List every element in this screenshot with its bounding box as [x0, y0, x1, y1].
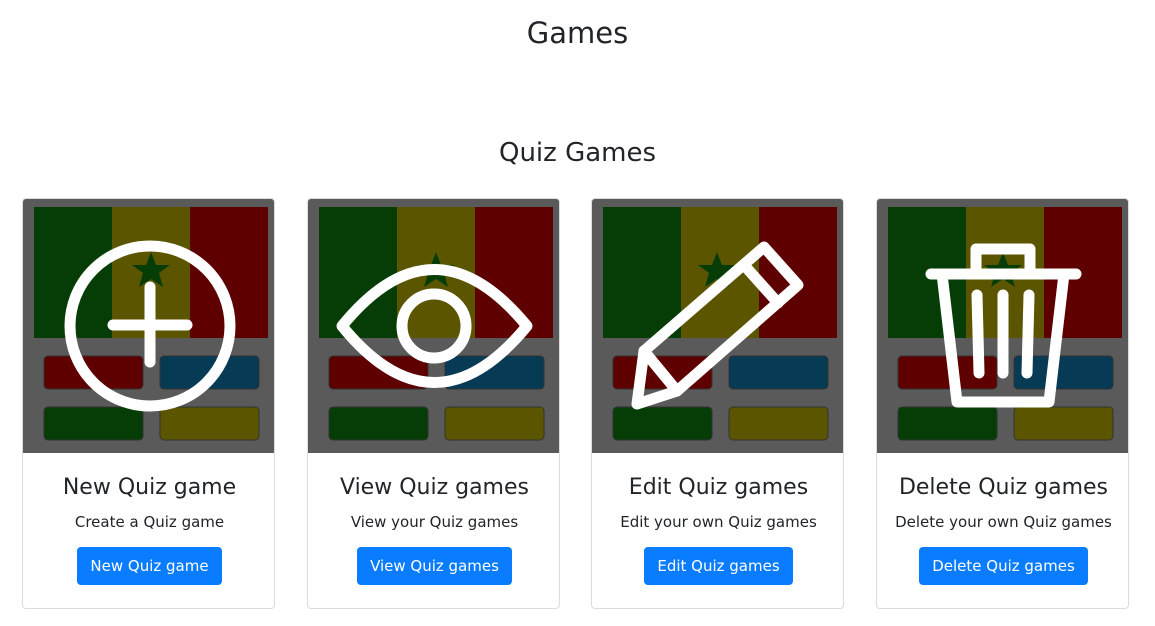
card-title: Edit Quiz games: [628, 475, 809, 500]
card-body: Delete Quiz games Delete your own Quiz g…: [877, 453, 1128, 585]
edit-quiz-games-button[interactable]: Edit Quiz games: [644, 547, 793, 585]
card-text: Create a Quiz game: [74, 513, 225, 531]
card-body: New Quiz game Create a Quiz game New Qui…: [23, 453, 274, 585]
trash-icon: [925, 243, 1082, 408]
card-body: Edit Quiz games Edit your own Quiz games…: [592, 453, 843, 585]
card-title: New Quiz game: [62, 475, 237, 500]
card-edit-quiz: Edit Quiz games Edit your own Quiz games…: [591, 198, 844, 609]
card-image: [308, 199, 559, 453]
section-title: Quiz Games: [498, 138, 657, 168]
view-quiz-games-button[interactable]: View Quiz games: [357, 547, 512, 585]
card-new-quiz: New Quiz game Create a Quiz game New Qui…: [22, 198, 275, 609]
card-delete-quiz: Delete Quiz games Delete your own Quiz g…: [876, 198, 1129, 609]
card-text: View your Quiz games: [350, 513, 519, 531]
card-image: [592, 199, 843, 453]
card-text: Edit your own Quiz games: [620, 513, 817, 531]
card-body: View Quiz games View your Quiz games Vie…: [308, 453, 559, 585]
card-title: Delete Quiz games: [898, 475, 1109, 500]
card-text: Delete your own Quiz games: [895, 513, 1112, 531]
delete-quiz-games-button[interactable]: Delete Quiz games: [919, 547, 1088, 585]
card-image: [877, 199, 1128, 453]
new-quiz-game-button[interactable]: New Quiz game: [77, 547, 222, 585]
page-title: Games: [526, 16, 629, 50]
card-title: View Quiz games: [340, 475, 529, 500]
card-view-quiz: View Quiz games View your Quiz games Vie…: [307, 198, 560, 609]
card-grid: New Quiz game Create a Quiz game New Qui…: [22, 198, 1132, 611]
card-image: [23, 199, 274, 453]
